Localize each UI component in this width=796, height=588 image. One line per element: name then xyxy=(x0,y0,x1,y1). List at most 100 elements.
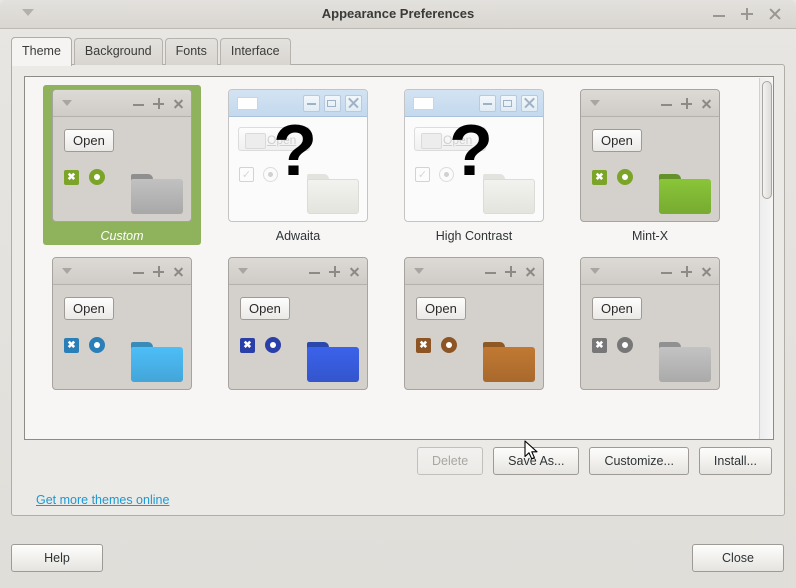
preview-maximize-icon xyxy=(153,265,164,277)
preview-open-button: Open xyxy=(592,129,642,152)
preview-minimize-icon xyxy=(661,98,672,109)
preview-controls: ✖ xyxy=(592,169,633,185)
delete-button[interactable]: Delete xyxy=(417,447,484,475)
tab-bar: Theme Background Fonts Interface xyxy=(11,37,293,66)
preview-close-icon xyxy=(173,266,184,277)
theme-item[interactable]: Open ✖ xyxy=(43,253,201,392)
preview-close-icon xyxy=(173,98,184,109)
get-more-themes-link[interactable]: Get more themes online xyxy=(36,493,169,507)
theme-item[interactable]: Open ✖ xyxy=(395,253,553,392)
preview-close-icon xyxy=(701,266,712,277)
maximize-icon[interactable] xyxy=(740,7,754,21)
titlebar: Appearance Preferences xyxy=(0,0,796,29)
preview-open-button: Open xyxy=(240,297,290,320)
theme-item[interactable]: Open ✖ Custom xyxy=(43,85,201,245)
theme-preview: Open ✖ xyxy=(580,89,720,222)
preview-radio xyxy=(89,337,105,353)
preview-window-controls xyxy=(661,90,712,116)
preview-titlebar xyxy=(229,258,367,285)
theme-item[interactable]: Open ✖ Mint-X xyxy=(571,85,729,245)
vertical-scrollbar[interactable] xyxy=(759,78,772,439)
preview-controls: ✖ xyxy=(592,337,633,353)
preview-titlebar xyxy=(53,258,191,285)
theme-name-label: High Contrast xyxy=(435,229,513,243)
preview-title-block xyxy=(237,97,258,110)
preview-checkbox: ✖ xyxy=(592,169,607,185)
window-controls xyxy=(712,0,782,28)
tab-fonts[interactable]: Fonts xyxy=(164,38,218,65)
preview-folder-icon xyxy=(131,342,183,382)
theme-item[interactable]: Open ✓ ? High Contrast xyxy=(395,85,553,245)
minimize-icon[interactable] xyxy=(712,7,726,21)
theme-item[interactable]: Open ✖ xyxy=(219,253,377,392)
window-title: Appearance Preferences xyxy=(321,6,475,21)
preview-close-icon xyxy=(525,266,536,277)
theme-action-buttons: Delete Save As... Customize... Install..… xyxy=(417,447,772,475)
preview-window-controls xyxy=(309,258,360,284)
preview-minimize-icon xyxy=(661,266,672,277)
preview-menu-icon xyxy=(62,100,72,106)
theme-grid: Open ✖ Custom Open ✓ ? Adwaita Open ✓ ? … xyxy=(25,77,760,392)
theme-name-label: Mint-X xyxy=(631,229,669,243)
theme-name-label: Adwaita xyxy=(275,229,321,243)
theme-list-scrollarea[interactable]: Open ✖ Custom Open ✓ ? Adwaita Open ✓ ? … xyxy=(24,76,774,440)
missing-preview-question-icon: ? xyxy=(273,111,317,191)
preview-open-folder-icon xyxy=(421,133,442,149)
preview-window-controls xyxy=(133,90,184,116)
preview-window-controls xyxy=(479,95,538,112)
preview-radio xyxy=(617,169,633,185)
preview-window-controls xyxy=(303,95,362,112)
preview-body: Open ✓ ? xyxy=(229,111,367,221)
preview-titlebar xyxy=(581,90,719,117)
customize-button[interactable]: Customize... xyxy=(589,447,689,475)
preview-maximize-icon xyxy=(681,97,692,109)
help-button[interactable]: Help xyxy=(11,544,103,572)
preview-open-button: Open xyxy=(416,297,466,320)
preview-radio xyxy=(441,337,457,353)
preview-menu-icon xyxy=(238,268,248,274)
preview-body: Open ✖ xyxy=(53,117,191,221)
preview-radio xyxy=(617,337,633,353)
theme-preview: Open ✖ xyxy=(228,257,368,390)
install-button[interactable]: Install... xyxy=(698,447,772,475)
preview-body: Open ✓ ? xyxy=(405,115,543,221)
preview-checkbox: ✖ xyxy=(64,169,79,185)
preview-close-icon xyxy=(521,95,538,112)
preview-minimize-icon xyxy=(133,98,144,109)
preview-checkbox: ✖ xyxy=(64,337,79,353)
preview-checkbox: ✖ xyxy=(592,337,607,353)
preview-folder-icon xyxy=(659,174,711,214)
preview-menu-icon xyxy=(590,268,600,274)
preview-body: Open ✖ xyxy=(581,285,719,389)
theme-item[interactable]: Open ✖ xyxy=(571,253,729,392)
tab-theme[interactable]: Theme xyxy=(11,37,72,66)
preview-body: Open ✖ xyxy=(229,285,367,389)
theme-tab-panel: Open ✖ Custom Open ✓ ? Adwaita Open ✓ ? … xyxy=(11,64,785,516)
theme-preview: Open ✖ xyxy=(580,257,720,390)
preview-controls: ✖ xyxy=(416,337,457,353)
tab-background[interactable]: Background xyxy=(73,38,163,65)
preview-minimize-icon xyxy=(309,266,320,277)
theme-preview: Open ✖ xyxy=(52,257,192,390)
preview-checkbox: ✓ xyxy=(415,167,430,182)
preview-radio xyxy=(89,169,105,185)
preview-window-controls xyxy=(661,258,712,284)
close-button[interactable]: Close xyxy=(692,544,784,572)
preview-checkbox: ✖ xyxy=(416,337,431,353)
preview-minimize-icon xyxy=(303,95,320,112)
preview-folder-icon xyxy=(307,342,359,382)
preview-window-controls xyxy=(133,258,184,284)
preview-close-icon xyxy=(345,95,362,112)
tab-interface[interactable]: Interface xyxy=(219,38,291,65)
close-icon[interactable] xyxy=(768,7,782,21)
preview-title-block xyxy=(413,97,434,110)
preview-folder-icon xyxy=(659,342,711,382)
preview-open-button: Open xyxy=(64,297,114,320)
theme-item[interactable]: Open ✓ ? Adwaita xyxy=(219,85,377,245)
theme-preview: Open ✖ xyxy=(52,89,192,222)
preview-window-controls xyxy=(485,258,536,284)
preview-checkbox: ✓ xyxy=(239,167,254,182)
preview-body: Open ✖ xyxy=(53,285,191,389)
scrollbar-thumb[interactable] xyxy=(762,81,772,199)
preview-folder-icon xyxy=(483,342,535,382)
